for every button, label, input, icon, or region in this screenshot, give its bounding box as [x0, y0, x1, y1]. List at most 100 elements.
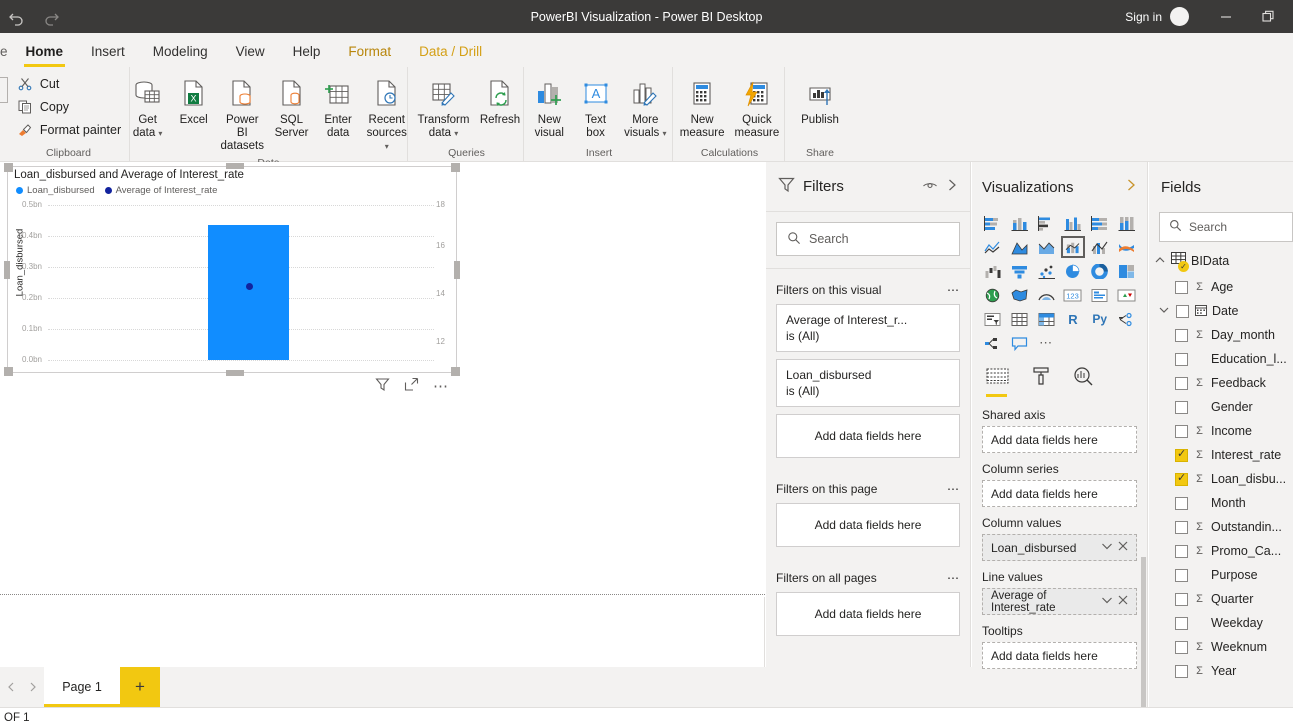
ribbon-tab-data-drill[interactable]: Data / Drill: [405, 37, 496, 67]
field-checkbox[interactable]: [1175, 521, 1188, 534]
tab-fields[interactable]: [986, 367, 1009, 397]
viz-pie-chart[interactable]: [1061, 260, 1086, 282]
field-item-day-month[interactable]: Σ Day_month: [1149, 323, 1293, 347]
refresh-button[interactable]: Refresh: [477, 71, 523, 130]
column-loan-disbursed[interactable]: [208, 225, 289, 360]
filter-icon[interactable]: [375, 377, 390, 397]
recent-sources-button[interactable]: Recent sources ▾: [361, 71, 412, 156]
viz-line-and-clustered-column-chart[interactable]: [1087, 236, 1112, 258]
chevron-down-icon[interactable]: [1101, 596, 1113, 608]
field-item-weekday[interactable]: Weekday: [1149, 611, 1293, 635]
tab-analytics[interactable]: [1073, 366, 1094, 397]
more-options-icon[interactable]: ⋯: [947, 571, 960, 585]
viz-matrix[interactable]: [1034, 308, 1059, 330]
chevron-right-icon[interactable]: [1125, 178, 1137, 197]
chevron-left-icon[interactable]: [0, 667, 22, 707]
filters-search-input[interactable]: Search: [776, 222, 960, 256]
viz-stacked-bar-chart[interactable]: [980, 212, 1005, 234]
viz-100-stacked-column-chart[interactable]: [1114, 212, 1139, 234]
viz-treemap[interactable]: [1114, 260, 1139, 282]
viz-multi-row-card[interactable]: [1087, 284, 1112, 306]
field-checkbox[interactable]: [1175, 617, 1188, 630]
viz-python-visual[interactable]: Py: [1087, 308, 1112, 330]
visualizations-scrollbar[interactable]: [1141, 557, 1146, 717]
sign-in-button[interactable]: Sign in: [1117, 10, 1170, 24]
viz-filled-map[interactable]: [1007, 284, 1032, 306]
paste-button[interactable]: [0, 77, 8, 103]
remove-field-icon[interactable]: [1118, 595, 1128, 608]
viz-map[interactable]: [980, 284, 1005, 306]
more-options-icon[interactable]: ⋯: [947, 283, 960, 297]
field-item-promo-campaign[interactable]: Σ Promo_Ca...: [1149, 539, 1293, 563]
well-tooltips[interactable]: Add data fields here: [982, 642, 1137, 669]
new-measure-button[interactable]: New measure: [675, 71, 730, 143]
viz-clustered-bar-chart[interactable]: [1034, 212, 1059, 234]
chart-plot-area[interactable]: 0.5bn 0.4bn 0.3bn 0.2bn 0.1bn 0.0bn 18 1…: [8, 197, 458, 367]
powerbi-datasets-button[interactable]: Power BI datasets: [217, 71, 268, 156]
report-canvas[interactable]: Loan_disbursed and Average of Interest_r…: [0, 162, 765, 667]
field-checkbox[interactable]: [1175, 353, 1188, 366]
viz-qa-visual[interactable]: [1007, 332, 1032, 354]
resize-handle-ne[interactable]: [451, 163, 460, 172]
well-shared-axis[interactable]: Add data fields here: [982, 426, 1137, 453]
excel-button[interactable]: X Excel: [171, 71, 217, 130]
ribbon-tab-home[interactable]: Home: [12, 37, 78, 67]
field-checkbox[interactable]: [1175, 545, 1188, 558]
page-tab-page-1[interactable]: Page 1: [44, 667, 120, 707]
undo-icon[interactable]: [0, 0, 34, 33]
chevron-right-icon[interactable]: [946, 178, 958, 195]
viz-azure-map[interactable]: [1034, 284, 1059, 306]
viz-slicer[interactable]: [980, 308, 1005, 330]
copy-button[interactable]: Copy: [16, 96, 121, 117]
field-checkbox[interactable]: [1175, 641, 1188, 654]
redo-icon[interactable]: [34, 0, 68, 33]
chevron-down-icon[interactable]: [1101, 542, 1113, 554]
eye-icon[interactable]: [922, 179, 938, 195]
field-checkbox[interactable]: [1175, 425, 1188, 438]
field-item-gender[interactable]: Gender: [1149, 395, 1293, 419]
well-column-values[interactable]: Loan_disbursed: [982, 534, 1137, 561]
chevron-up-icon[interactable]: [1155, 256, 1166, 266]
minimize-button[interactable]: [1205, 0, 1247, 33]
field-item-month[interactable]: Month: [1149, 491, 1293, 515]
viz-decomposition-tree[interactable]: [980, 332, 1005, 354]
filters-visual-dropzone[interactable]: Add data fields here: [776, 414, 960, 458]
viz-line-and-stacked-column-chart[interactable]: [1061, 236, 1086, 258]
chevron-down-icon[interactable]: [1159, 306, 1170, 316]
field-item-feedback[interactable]: Σ Feedback: [1149, 371, 1293, 395]
more-options-icon[interactable]: ⋯: [433, 382, 449, 392]
viz-ribbon-chart[interactable]: [1114, 236, 1139, 258]
field-item-education-level[interactable]: Education_l...: [1149, 347, 1293, 371]
tab-format[interactable]: [1031, 366, 1051, 397]
format-painter-button[interactable]: Format painter: [16, 119, 121, 140]
viz-stacked-area-chart[interactable]: [1034, 236, 1059, 258]
field-checkbox[interactable]: [1175, 281, 1188, 294]
field-item-weeknum[interactable]: Σ Weeknum: [1149, 635, 1293, 659]
get-data-button[interactable]: Get data ▾: [125, 71, 171, 143]
ribbon-tab-format[interactable]: Format: [334, 37, 405, 67]
fields-search-input[interactable]: Search: [1159, 212, 1293, 242]
combo-chart-visual[interactable]: Loan_disbursed and Average of Interest_r…: [7, 166, 457, 373]
filter-card-interest-rate[interactable]: Average of Interest_r... is (All): [776, 304, 960, 352]
add-page-button[interactable]: +: [120, 667, 160, 707]
well-line-values[interactable]: Average of Interest_rate: [982, 588, 1137, 615]
fields-table-bidata[interactable]: ✓ BIData: [1149, 242, 1293, 275]
field-checkbox[interactable]: [1176, 305, 1189, 318]
viz-r-script-visual[interactable]: R: [1061, 308, 1086, 330]
field-item-purpose[interactable]: Purpose: [1149, 563, 1293, 587]
viz-stacked-column-chart[interactable]: [1007, 212, 1032, 234]
field-checkbox[interactable]: [1175, 593, 1188, 606]
cut-button[interactable]: Cut: [16, 73, 121, 94]
field-checkbox[interactable]: [1175, 665, 1188, 678]
viz-clustered-column-chart[interactable]: [1061, 212, 1086, 234]
filters-allpages-dropzone[interactable]: Add data fields here: [776, 592, 960, 636]
field-checkbox[interactable]: [1175, 329, 1188, 342]
quick-measure-button[interactable]: Quick measure: [730, 71, 785, 143]
text-box-button[interactable]: A Text box: [573, 71, 619, 143]
viz-100-stacked-bar-chart[interactable]: [1087, 212, 1112, 234]
chevron-right-icon[interactable]: [22, 667, 44, 707]
marker-avg-interest-rate[interactable]: [246, 283, 253, 290]
viz-key-influencers[interactable]: [1114, 308, 1139, 330]
field-item-age[interactable]: Σ Age: [1149, 275, 1293, 299]
filters-page-dropzone[interactable]: Add data fields here: [776, 503, 960, 547]
